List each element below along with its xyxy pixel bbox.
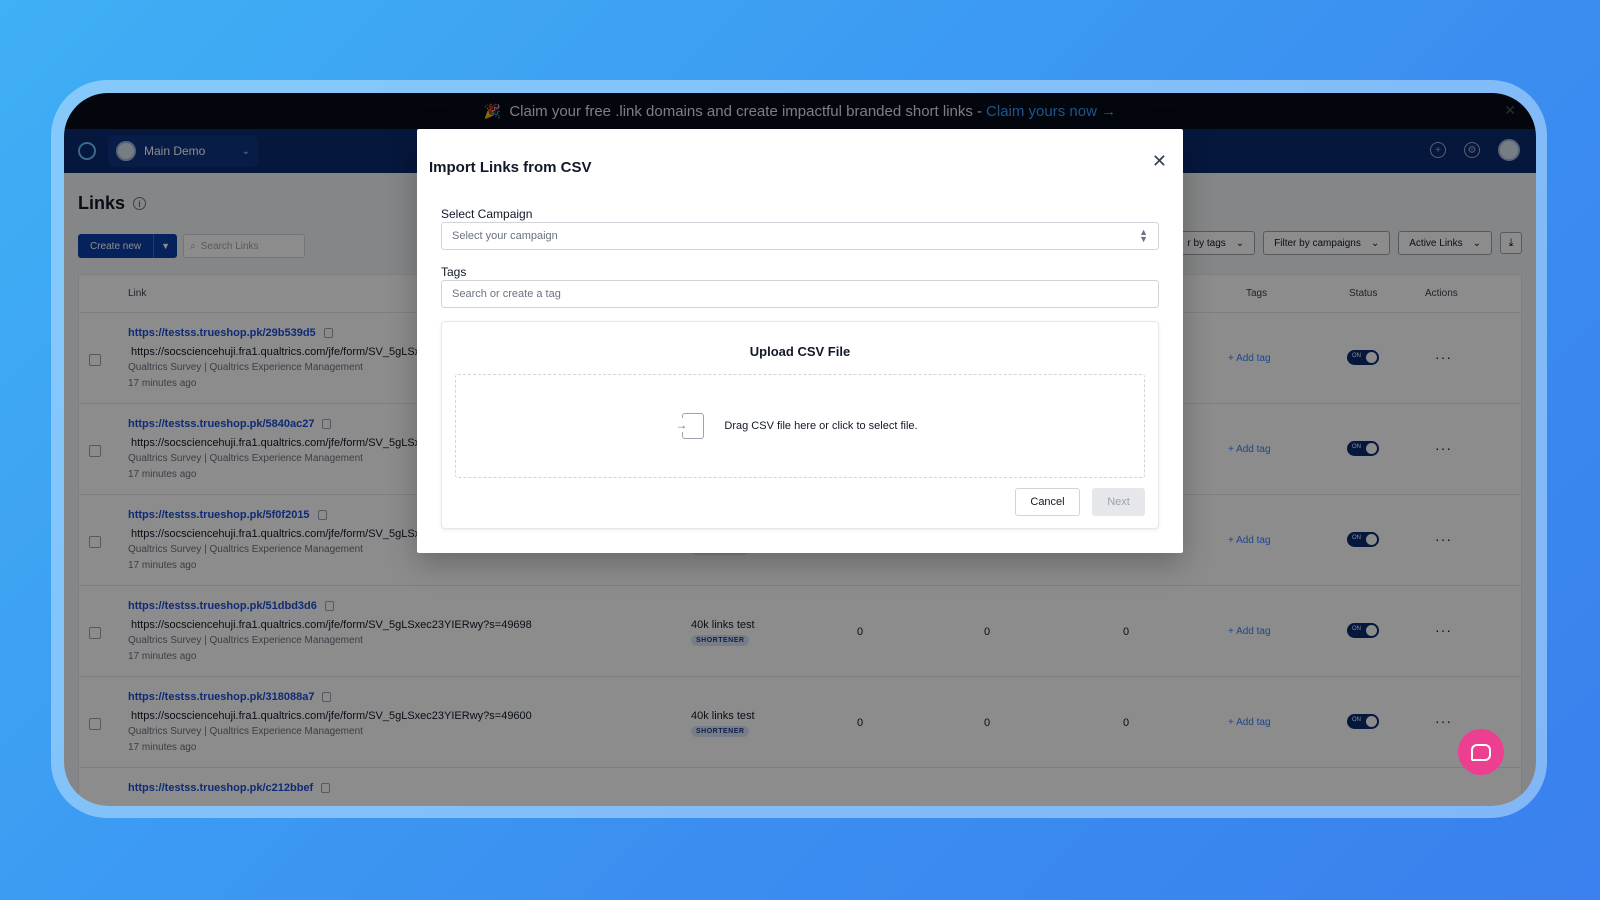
import-csv-modal: Import Links from CSV ✕ Select Campaign … bbox=[417, 129, 1183, 553]
modal-title: Import Links from CSV bbox=[429, 159, 592, 176]
csv-dropzone[interactable]: Drag CSV file here or click to select fi… bbox=[455, 374, 1145, 478]
close-icon[interactable]: ✕ bbox=[1152, 151, 1167, 172]
upload-card: Upload CSV File Drag CSV file here or cl… bbox=[441, 321, 1159, 529]
campaign-placeholder: Select your campaign bbox=[452, 230, 558, 242]
cancel-button[interactable]: Cancel bbox=[1015, 488, 1080, 516]
tags-placeholder: Search or create a tag bbox=[452, 288, 561, 300]
dropzone-text: Drag CSV file here or click to select fi… bbox=[724, 420, 918, 432]
campaign-label: Select Campaign bbox=[441, 207, 533, 221]
tags-label: Tags bbox=[441, 265, 467, 279]
file-import-icon bbox=[675, 413, 705, 439]
next-button[interactable]: Next bbox=[1092, 488, 1145, 516]
chat-bubble-icon bbox=[1471, 743, 1491, 761]
campaign-select[interactable]: Select your campaign ▲ ▼ bbox=[441, 222, 1159, 250]
chat-launcher-button[interactable] bbox=[1458, 729, 1504, 775]
updown-chevron-icon: ▲ ▼ bbox=[1139, 227, 1148, 244]
tags-input[interactable]: Search or create a tag bbox=[441, 280, 1159, 308]
upload-title: Upload CSV File bbox=[749, 344, 851, 359]
